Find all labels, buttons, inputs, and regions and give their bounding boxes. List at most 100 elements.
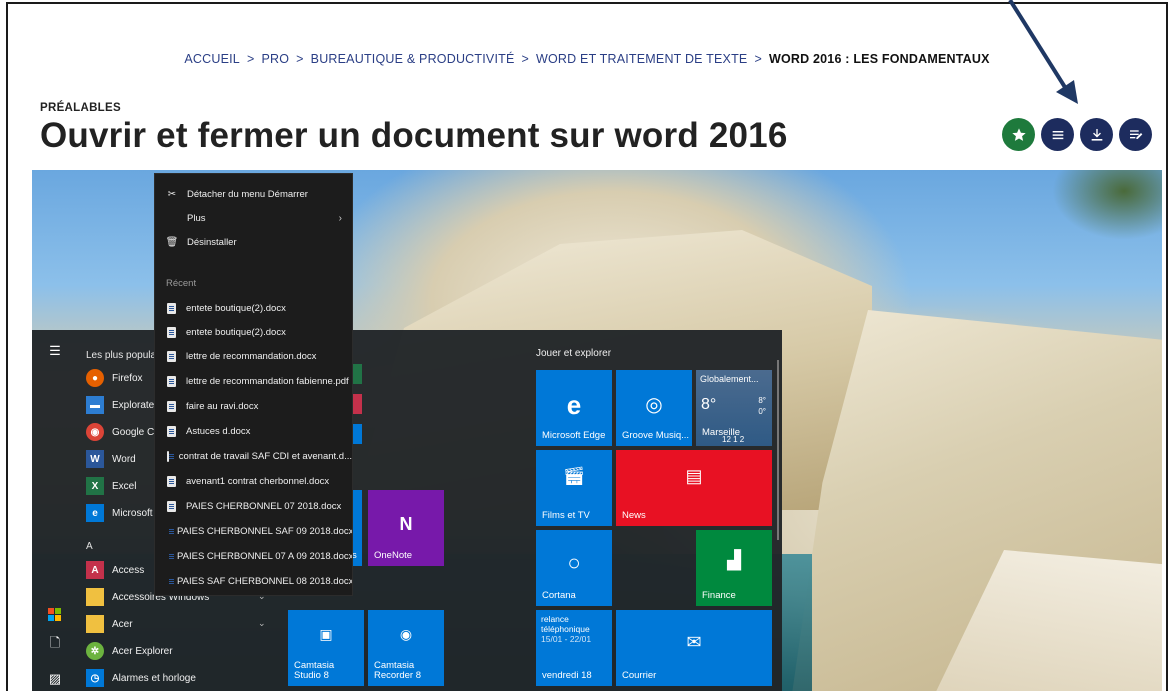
document-icon xyxy=(167,500,176,512)
chevron-down-icon[interactable]: ⌄ xyxy=(258,618,266,629)
app-explorer[interactable]: ▬ Explorate xyxy=(86,393,154,417)
clapperboard-icon: 🎬︎ xyxy=(562,466,586,486)
tile-cortana[interactable]: ○ Cortana xyxy=(536,530,612,606)
tile-onenote[interactable]: N OneNote xyxy=(368,490,444,566)
breadcrumb-pro[interactable]: PRO xyxy=(261,52,289,66)
tile-label: Courrier xyxy=(622,670,657,681)
app-word[interactable]: W Word xyxy=(86,447,136,471)
tile-camtasia-studio[interactable]: ▣ Camtasia Studio 8 xyxy=(288,610,364,686)
breadcrumb-home[interactable]: ACCUEIL xyxy=(184,52,240,66)
app-label: Firefox xyxy=(112,372,143,384)
menu-item-uninstall[interactable]: 🗑︎ Désinstaller xyxy=(155,230,352,254)
app-acer[interactable]: Acer xyxy=(86,612,133,636)
tile-label: Films et TV xyxy=(542,510,590,521)
document-icon[interactable]: 🗋 xyxy=(46,635,64,654)
recent-file[interactable]: lettre de recommandation.docx xyxy=(155,344,352,368)
hamburger-icon[interactable]: ☰ xyxy=(46,342,64,360)
calendar-event: téléphonique xyxy=(541,624,590,634)
menu-item-label: Désinstaller xyxy=(187,236,237,248)
recent-file[interactable]: PAIES CHERBONNEL 07 A 09 2018.docx xyxy=(155,544,352,568)
recent-file[interactable]: PAIES CHERBONNEL 07 2018.docx xyxy=(155,494,352,518)
recent-file[interactable]: entete boutique(2).docx xyxy=(155,320,352,344)
breadcrumb: ACCUEIL > PRO > BUREAUTIQUE & PRODUCTIVITÉ > W… xyxy=(8,52,1166,66)
recent-file[interactable]: faire au ravi.docx xyxy=(155,394,352,418)
tile-label: Microsoft Edge xyxy=(542,430,606,441)
recent-file-label: entete boutique(2).docx xyxy=(186,302,286,314)
tile-label: Camtasia Recorder 8 xyxy=(374,660,421,681)
recent-file[interactable]: entete boutique(2).docx xyxy=(155,296,352,320)
pictures-icon[interactable]: ▨ xyxy=(46,670,64,688)
notes-button[interactable] xyxy=(1119,118,1152,151)
recent-file[interactable]: contrat de travail SAF CDI et avenant.d.… xyxy=(155,444,352,468)
folder-icon xyxy=(86,615,104,633)
excel-icon: X xyxy=(86,477,104,495)
menu-item-unpin[interactable]: ✂ Détacher du menu Démarrer xyxy=(155,182,352,206)
app-letter-heading[interactable]: A xyxy=(86,541,93,552)
recent-file[interactable]: PAIES CHERBONNEL SAF 09 2018.docx xyxy=(155,519,352,543)
app-acer-explorer[interactable]: ✲ Acer Explorer xyxy=(86,639,173,663)
finance-chart-icon: ▟ xyxy=(727,550,741,570)
tile-weather[interactable]: Globalement... 8° 8° 0° Marseille 12 1 2 xyxy=(696,370,772,446)
recent-file-label: avenant1 contrat cherbonnel.docx xyxy=(186,475,330,487)
favorite-button[interactable] xyxy=(1002,118,1035,151)
breadcrumb-separator: > xyxy=(521,52,529,66)
app-chrome[interactable]: ◉ Google C xyxy=(86,420,154,444)
app-label: Excel xyxy=(112,480,137,492)
download-button[interactable] xyxy=(1080,118,1113,151)
app-label: Alarmes et horloge xyxy=(112,672,196,684)
tile-camtasia-recorder[interactable]: ◉ Camtasia Recorder 8 xyxy=(368,610,444,686)
action-buttons xyxy=(1002,118,1152,151)
windows-start-menu: ☰ 🗋 ▨ Les plus populair ● Firefox ▬ Explor… xyxy=(32,330,782,691)
recent-file[interactable]: avenant1 contrat cherbonnel.docx xyxy=(155,469,352,493)
tile-partial[interactable]: s xyxy=(352,490,362,566)
recent-file-label: faire au ravi.docx xyxy=(186,400,259,412)
app-excel[interactable]: X Excel xyxy=(86,474,136,498)
tile-finance[interactable]: ▟ Finance xyxy=(696,530,772,606)
recent-file[interactable]: PAIES SAF CHERBONNEL 08 2018.docx xyxy=(155,569,352,593)
trash-icon: 🗑︎ xyxy=(165,236,179,248)
folder-icon xyxy=(86,588,104,606)
app-edge[interactable]: e Microsoft xyxy=(86,501,153,525)
app-label: Access xyxy=(112,564,145,576)
recent-file[interactable]: lettre de recommandation fabienne.pdf xyxy=(155,369,352,393)
menu-item-more[interactable]: Plus › xyxy=(155,206,352,230)
recent-file[interactable]: Astuces d.docx xyxy=(155,419,352,443)
chevron-right-icon: › xyxy=(338,212,342,224)
app-firefox[interactable]: ● Firefox xyxy=(86,366,143,390)
download-icon xyxy=(1091,128,1102,141)
tile-news[interactable]: ▤ News xyxy=(616,450,772,526)
document-icon xyxy=(167,425,176,437)
page-title: Ouvrir et fermer un document sur word 20… xyxy=(40,116,788,155)
tile-edge[interactable]: e Microsoft Edge xyxy=(536,370,612,446)
tile-mail[interactable]: ✉ Courrier xyxy=(616,610,772,686)
app-access[interactable]: A Access xyxy=(86,558,144,582)
app-alarms[interactable]: ◷ Alarmes et horloge xyxy=(86,666,196,690)
acer-explorer-icon: ✲ xyxy=(86,642,104,660)
context-menu: ✂ Détacher du menu Démarrer Plus › 🗑︎ Désin… xyxy=(154,173,353,596)
breadcrumb-separator: > xyxy=(246,52,255,66)
tile-groove[interactable]: ◎ Groove Musiq... xyxy=(616,370,692,446)
windows-logo-icon[interactable] xyxy=(46,606,64,624)
tile-films[interactable]: 🎬︎ Films et TV xyxy=(536,450,612,526)
breadcrumb-word[interactable]: WORD ET TRAITEMENT DE TEXTE xyxy=(536,52,747,66)
most-used-header: Les plus populair xyxy=(86,350,162,361)
document-icon xyxy=(167,350,176,362)
tiles-scrollbar[interactable] xyxy=(777,360,779,540)
recent-file-label: PAIES CHERBONNEL SAF 09 2018.docx xyxy=(177,525,352,537)
calendar-date-range: 15/01 - 22/01 xyxy=(541,634,592,644)
menu-button[interactable] xyxy=(1041,118,1074,151)
recent-file-label: PAIES CHERBONNEL 07 2018.docx xyxy=(186,500,342,512)
recent-file-label: PAIES CHERBONNEL 07 A 09 2018.docx xyxy=(177,550,352,562)
breadcrumb-bureautique[interactable]: BUREAUTIQUE & PRODUCTIVITÉ xyxy=(311,52,515,66)
menu-item-label: Plus xyxy=(187,212,206,224)
tile-label: News xyxy=(622,510,646,521)
edge-icon: e xyxy=(86,504,104,522)
weather-summary: Globalement... xyxy=(700,374,759,384)
start-left-rail: ☰ 🗋 ▨ xyxy=(32,330,80,691)
recent-file-label: contrat de travail SAF CDI et avenant.d.… xyxy=(178,450,352,462)
tile-calendar[interactable]: relance téléphonique 15/01 - 22/01 vendr… xyxy=(536,610,612,686)
tile-group-title[interactable]: Jouer et explorer xyxy=(536,348,611,359)
recent-file-label: Astuces d.docx xyxy=(186,425,251,437)
pdf-document-icon xyxy=(167,375,176,387)
firefox-icon: ● xyxy=(86,369,104,387)
